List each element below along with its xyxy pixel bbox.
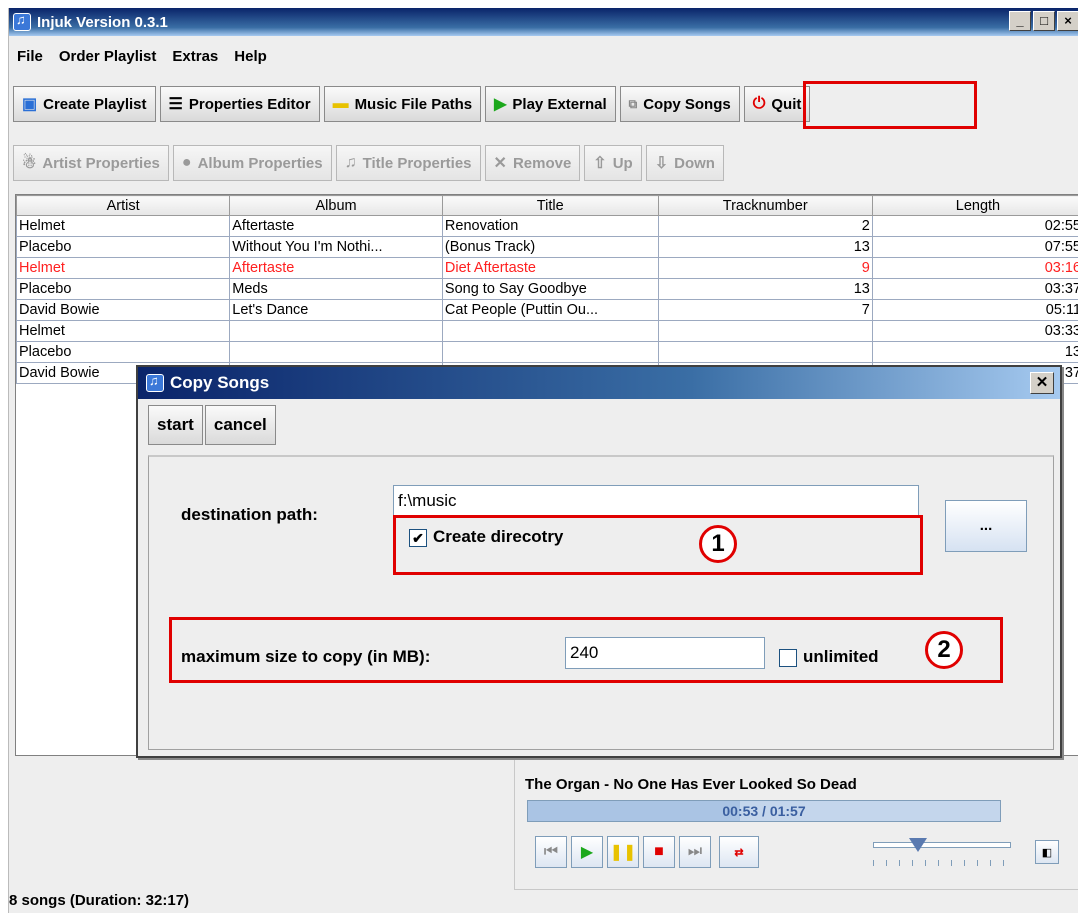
remove-button[interactable]: ✕ Remove bbox=[484, 145, 581, 181]
copy-songs-annotation-box bbox=[803, 81, 977, 129]
title-bar: Injuk Version 0.3.1 _ □ × bbox=[9, 8, 1078, 36]
properties-editor-button[interactable]: ☰ Properties Editor bbox=[159, 86, 320, 122]
now-playing-title: The Organ - No One Has Ever Looked So De… bbox=[525, 776, 857, 793]
column-header-length[interactable]: Length bbox=[871, 195, 1078, 216]
down-button[interactable]: ⇩ Down bbox=[645, 145, 724, 181]
stop-button[interactable]: ■ bbox=[643, 836, 675, 868]
menu-file[interactable]: File bbox=[17, 48, 43, 72]
arrow-down-icon: ⇩ bbox=[654, 155, 669, 172]
play-button[interactable]: ▶ bbox=[571, 836, 603, 868]
unlimited-option[interactable]: unlimited bbox=[779, 647, 879, 667]
max-size-label: maximum size to copy (in MB): bbox=[181, 647, 431, 666]
menu-extras[interactable]: Extras bbox=[172, 48, 218, 72]
dialog-close-button[interactable]: ✕ bbox=[1030, 372, 1054, 394]
mini-mode-button[interactable]: ◧ bbox=[1035, 840, 1059, 864]
maximize-button[interactable]: □ bbox=[1033, 11, 1055, 31]
copy-songs-button[interactable]: ⧉ Copy Songs bbox=[619, 86, 740, 122]
max-size-input[interactable]: 240 bbox=[565, 637, 765, 669]
browse-button[interactable]: ... bbox=[945, 500, 1027, 552]
column-header-album[interactable]: Album bbox=[229, 195, 443, 216]
power-icon: ⏻ bbox=[752, 95, 766, 112]
table-row[interactable]: Placebo Meds Song to Say Goodbye 13 03:37 bbox=[16, 278, 1078, 300]
music-file-paths-button[interactable]: ▬ Music File Paths bbox=[323, 86, 482, 122]
person-icon: ☃ bbox=[22, 155, 37, 172]
table-row[interactable]: Placebo13 bbox=[16, 341, 1078, 363]
title-properties-button[interactable]: ♫ Title Properties bbox=[335, 145, 481, 181]
play-external-button[interactable]: ▶ Play External bbox=[485, 86, 616, 122]
volume-slider[interactable] bbox=[867, 834, 1017, 870]
create-playlist-button[interactable]: ▣ Create Playlist bbox=[13, 86, 156, 122]
copy-icon: ⧉ bbox=[628, 96, 638, 111]
unlimited-checkbox[interactable] bbox=[779, 648, 797, 667]
menu-order-playlist[interactable]: Order Playlist bbox=[59, 48, 157, 72]
menu-bar: File Order Playlist Extras Help bbox=[9, 48, 267, 72]
dialog-panel: destination path: f:\music ... ✔ Create d… bbox=[148, 455, 1054, 750]
copy-songs-dialog: Copy Songs ✕ start cancel destination pa… bbox=[136, 365, 1062, 758]
column-header-title[interactable]: Title bbox=[441, 195, 659, 216]
play-icon: ▶ bbox=[494, 96, 507, 113]
skip-back-icon: ⏮ bbox=[543, 843, 559, 860]
playback-progress-bar[interactable]: 00:53 / 01:57 bbox=[527, 800, 1001, 822]
table-row[interactable]: David Bowie Let's Dance Cat People (Puttin… bbox=[16, 299, 1078, 321]
artist-properties-button[interactable]: ☃ Artist Properties bbox=[13, 145, 169, 181]
pause-icon: ❚❚ bbox=[609, 844, 637, 861]
create-directory-option[interactable]: ✔ Create direcotry bbox=[409, 527, 563, 547]
annotation-number-1: 1 bbox=[699, 525, 737, 563]
play-icon: ▶ bbox=[580, 844, 594, 861]
start-button[interactable]: start bbox=[148, 405, 203, 445]
unlimited-label: unlimited bbox=[803, 647, 879, 666]
note-icon: ♫ bbox=[344, 154, 357, 171]
properties-toolbar: ☃ Artist Properties ● Album Properties ♫ Ti… bbox=[13, 145, 724, 181]
arrow-up-icon: ⇧ bbox=[593, 155, 607, 172]
column-header-tracknumber[interactable]: Tracknumber bbox=[657, 195, 873, 216]
shuffle-icon: ⇄ bbox=[734, 846, 744, 859]
column-header-artist[interactable]: Artist bbox=[16, 195, 231, 216]
app-icon bbox=[146, 373, 164, 392]
previous-button[interactable]: ⏮ bbox=[535, 836, 567, 868]
dialog-title-bar: Copy Songs bbox=[138, 367, 1060, 399]
create-directory-label: Create direcotry bbox=[433, 527, 564, 546]
player-panel: The Organ - No One Has Ever Looked So De… bbox=[514, 758, 1078, 890]
volume-thumb[interactable] bbox=[909, 838, 927, 852]
create-directory-checkbox[interactable]: ✔ bbox=[409, 528, 427, 547]
quit-button[interactable]: ⏻ Quit bbox=[743, 86, 811, 122]
close-button[interactable]: × bbox=[1057, 11, 1078, 31]
album-properties-button[interactable]: ● Album Properties bbox=[172, 145, 332, 181]
table-row[interactable]: Helmet 03:33 bbox=[16, 320, 1078, 342]
table-row[interactable]: Placebo Without You I'm Nothi... (Bonus Tr… bbox=[16, 236, 1078, 258]
dialog-title: Copy Songs bbox=[170, 373, 270, 392]
minimize-button[interactable]: _ bbox=[1009, 11, 1031, 31]
window-title: Injuk Version 0.3.1 bbox=[37, 13, 168, 31]
list-icon: ☰ bbox=[168, 96, 183, 113]
folder-icon: ▬ bbox=[332, 95, 349, 112]
playback-time: 00:53 / 01:57 bbox=[722, 803, 806, 819]
pause-button[interactable]: ❚❚ bbox=[607, 836, 639, 868]
x-icon: ✕ bbox=[493, 155, 507, 172]
disc-icon: ● bbox=[181, 154, 192, 171]
menu-help[interactable]: Help bbox=[234, 48, 267, 72]
shuffle-button[interactable]: ⇄ bbox=[719, 836, 759, 868]
cancel-button[interactable]: cancel bbox=[204, 405, 276, 445]
annotation-number-2: 2 bbox=[925, 631, 963, 669]
next-button[interactable]: ⏭ bbox=[679, 836, 711, 868]
table-row-highlighted[interactable]: Helmet Aftertaste Diet Aftertaste 9 03:16 bbox=[16, 257, 1078, 279]
stop-icon: ■ bbox=[654, 843, 664, 860]
table-row[interactable]: Helmet Aftertaste Renovation 2 02:55 bbox=[16, 215, 1078, 237]
main-window: Injuk Version 0.3.1 _ □ × File Order Pla… bbox=[8, 8, 1078, 913]
up-button[interactable]: ⇧ Up bbox=[584, 145, 642, 181]
playlist-icon: ▣ bbox=[22, 96, 38, 113]
destination-path-input[interactable]: f:\music bbox=[393, 485, 919, 517]
main-toolbar: ▣ Create Playlist ☰ Properties Editor ▬ Mus… bbox=[13, 86, 811, 122]
skip-forward-icon: ⏭ bbox=[687, 843, 703, 860]
collapse-icon: ◧ bbox=[1041, 846, 1053, 859]
status-bar: 8 songs (Duration: 32:17) bbox=[9, 892, 190, 909]
destination-path-label: destination path: bbox=[181, 505, 318, 524]
app-icon bbox=[13, 12, 31, 31]
